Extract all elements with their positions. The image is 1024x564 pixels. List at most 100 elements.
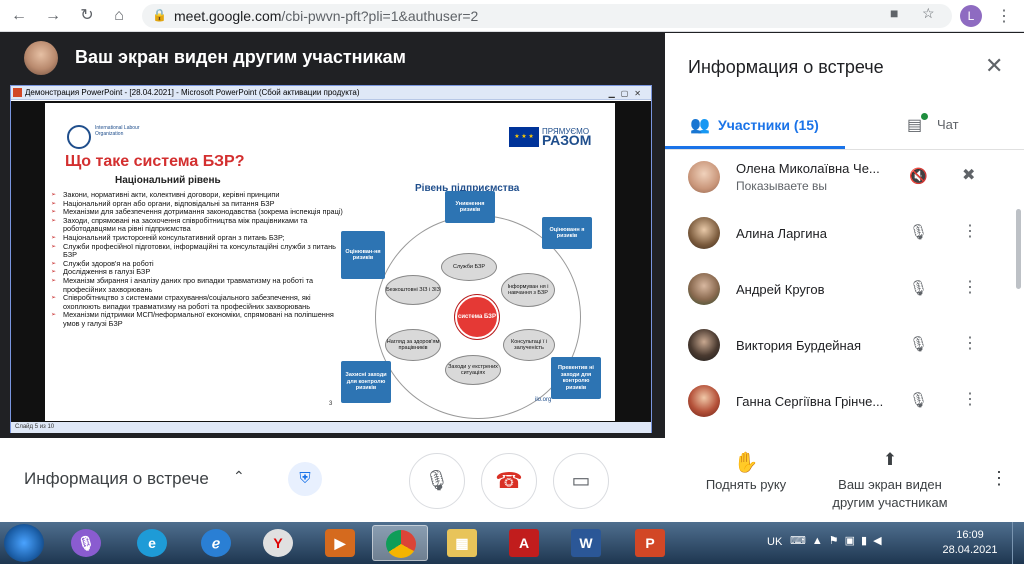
participant-row[interactable]: Ганна Сергіївна Грінче... 🎙 ⋮ <box>665 375 1010 431</box>
more-options-icon[interactable]: ⋮ <box>962 389 978 409</box>
taskbar-app-edge[interactable]: e <box>124 525 180 561</box>
forward-icon[interactable]: → <box>42 6 64 26</box>
powerpoint-icon <box>13 88 22 97</box>
chevron-up-icon[interactable]: ⌃ <box>233 468 245 485</box>
tab-participants-label: Участники (15) <box>718 117 819 133</box>
eu-flag-icon: ★ ★ ★ <box>509 127 539 147</box>
participant-name: Алина Ларгина <box>736 226 827 241</box>
start-button[interactable] <box>4 524 44 562</box>
host-controls-shield-icon[interactable]: ⛨ <box>288 462 322 496</box>
diagram-oval-ohs-services: Служби БЗР <box>441 253 497 281</box>
taskbar-app-pdf[interactable]: A <box>496 525 552 561</box>
avatar <box>688 161 720 193</box>
unpin-icon[interactable]: ✖ <box>962 165 975 185</box>
input-language[interactable]: UK <box>767 536 782 548</box>
panel-title: Информация о встрече <box>688 57 884 77</box>
ppt-statusbar: Слайд 5 из 10 <box>11 422 651 433</box>
back-icon[interactable]: ← <box>8 6 30 26</box>
taskbar-app-ie[interactable]: ℯ <box>188 525 244 561</box>
mic-off-icon[interactable]: 🎙 <box>909 391 928 409</box>
slide-page-number: 3 <box>329 401 333 407</box>
clock[interactable]: 16:09 28.04.2021 <box>940 528 1000 558</box>
home-icon[interactable]: ⌂ <box>108 6 130 26</box>
browser-menu-icon[interactable]: ⋮ <box>996 6 1012 26</box>
diagram-center-osh-system: система БЗР <box>455 295 499 339</box>
bullet-item: Заходи, спрямовані на заохочення співроб… <box>49 216 349 234</box>
ilo-logo-text: International Labour Organization <box>95 125 140 137</box>
video-camera-icon: ▭ <box>571 470 591 492</box>
tab-participants[interactable]: 👥 Участники (15) <box>665 105 845 149</box>
powerpoint-icon: P <box>635 529 665 557</box>
taskbar-app-chrome[interactable] <box>372 525 428 561</box>
mic-off-icon[interactable]: 🎙 <box>909 279 928 297</box>
mic-off-icon[interactable]: 🔇 <box>909 167 928 185</box>
participant-status: Показываете вы <box>736 179 828 193</box>
ilo-logo <box>67 125 91 149</box>
mic-off-icon[interactable]: 🎙 <box>909 335 928 353</box>
participant-name: Олена Миколаївна Че... <box>736 161 880 176</box>
star-icon[interactable]: ☆ <box>922 5 935 22</box>
more-options-icon[interactable]: ⋮ <box>962 221 978 241</box>
folder-icon: ▦ <box>447 529 477 557</box>
diagram-box-avoid-risks: Уникнення ризиків <box>445 191 495 223</box>
raise-hand-button[interactable]: ✋ Поднять руку <box>700 450 792 494</box>
eu-logo-text: ПРЯМУЄМО РАЗОМ <box>542 127 591 147</box>
close-icon[interactable]: ✕ <box>985 53 1003 79</box>
url-path: /cbi-pwvn-pft?pli=1&authuser=2 <box>281 8 479 24</box>
microphone-button[interactable]: 🎙 <box>409 453 465 509</box>
presenter-avatar <box>24 41 58 75</box>
address-bar[interactable]: 🔒 meet.google.com/cbi-pwvn-pft?pli=1&aut… <box>142 4 952 28</box>
bullet-item: Механізми підтримки МСП/неформальної еко… <box>49 310 349 328</box>
reload-icon[interactable]: ↻ <box>76 6 98 26</box>
tab-chat-label: Чат <box>937 117 959 132</box>
taskbar-app-media[interactable]: ▶ <box>312 525 368 561</box>
chat-icon: ▤ <box>907 117 923 134</box>
windows-taskbar: 🎙 e ℯ Y ▶ ▦ A W P UK ⌨▲⚑▣▮◀ 16:09 28.04.… <box>0 522 1024 564</box>
microphone-icon: 🎙 <box>71 529 101 557</box>
yandex-icon: Y <box>263 529 293 557</box>
more-options-icon[interactable]: ⋮ <box>962 333 978 353</box>
hand-icon: ✋ <box>733 452 759 474</box>
url-text: meet.google.com/cbi-pwvn-pft?pli=1&authu… <box>174 8 478 24</box>
participant-name: Виктория Бурдейная <box>736 338 862 353</box>
taskbar-app-word[interactable]: W <box>558 525 614 561</box>
taskbar-app-powerpoint[interactable]: P <box>622 525 678 561</box>
internet-explorer-icon: ℯ <box>201 529 231 557</box>
diagram-box-protective-measures: Захисні заходи для контролю ризиків <box>341 361 391 403</box>
participant-row[interactable]: Виктория Бурдейная 🎙 ⋮ <box>665 319 1010 375</box>
meeting-details-button[interactable]: Информация о встрече <box>24 469 209 489</box>
scrollbar[interactable] <box>1016 209 1021 289</box>
profile-avatar[interactable]: L <box>960 5 982 27</box>
show-desktop-button[interactable] <box>1012 522 1024 564</box>
taskbar-app-yandex[interactable]: Y <box>250 525 306 561</box>
more-options-icon[interactable]: ⋮ <box>990 468 1008 489</box>
avatar <box>688 329 720 361</box>
participant-row[interactable]: Алина Ларгина 🎙 ⋮ <box>665 207 1010 263</box>
participant-row[interactable]: Олена Миколаївна Че... Показываете вы 🔇 … <box>665 151 1010 207</box>
window-controls[interactable]: ▁▢✕ <box>609 87 647 101</box>
camera-button[interactable]: ▭ <box>553 453 609 509</box>
slide-title: Що таке система БЗР? <box>65 153 245 170</box>
more-options-icon[interactable]: ⋮ <box>962 277 978 297</box>
bullet-item: Співробітництво з системами страхування/… <box>49 293 349 311</box>
mic-off-icon[interactable]: 🎙 <box>909 223 928 241</box>
taskbar-app-voice[interactable]: 🎙 <box>58 525 114 561</box>
slide: International Labour Organization ★ ★ ★ … <box>45 103 615 421</box>
camera-icon[interactable]: ■ <box>890 5 898 21</box>
system-tray-icons[interactable]: ⌨▲⚑▣▮◀ <box>790 534 888 547</box>
present-now-button[interactable]: ⬆ Ваш экран виден другим участникам <box>820 450 960 512</box>
ppt-window-title: Демонстрация PowerPoint - [28.04.2021] -… <box>25 88 360 97</box>
meeting-details-panel: Информация о встрече ✕ 👥 Участники (15) … <box>665 33 1024 438</box>
participant-row[interactable]: Андрей Кругов 🎙 ⋮ <box>665 263 1010 319</box>
tab-chat[interactable]: ▤ Чат <box>845 105 1015 149</box>
end-call-button[interactable]: ☎ <box>481 453 537 509</box>
edge-icon: e <box>137 529 167 557</box>
taskbar-app-explorer[interactable]: ▦ <box>434 525 490 561</box>
word-icon: W <box>571 529 601 557</box>
slide-area: International Labour Organization ★ ★ ★ … <box>11 101 651 422</box>
powerpoint-window: Демонстрация PowerPoint - [28.04.2021] -… <box>10 85 652 433</box>
diagram-oval-emergency: Заходи у екстрених ситуаціях <box>445 355 501 385</box>
people-icon: 👥 <box>690 117 710 134</box>
clock-date: 28.04.2021 <box>942 544 998 556</box>
participant-name: Андрей Кругов <box>736 282 825 297</box>
